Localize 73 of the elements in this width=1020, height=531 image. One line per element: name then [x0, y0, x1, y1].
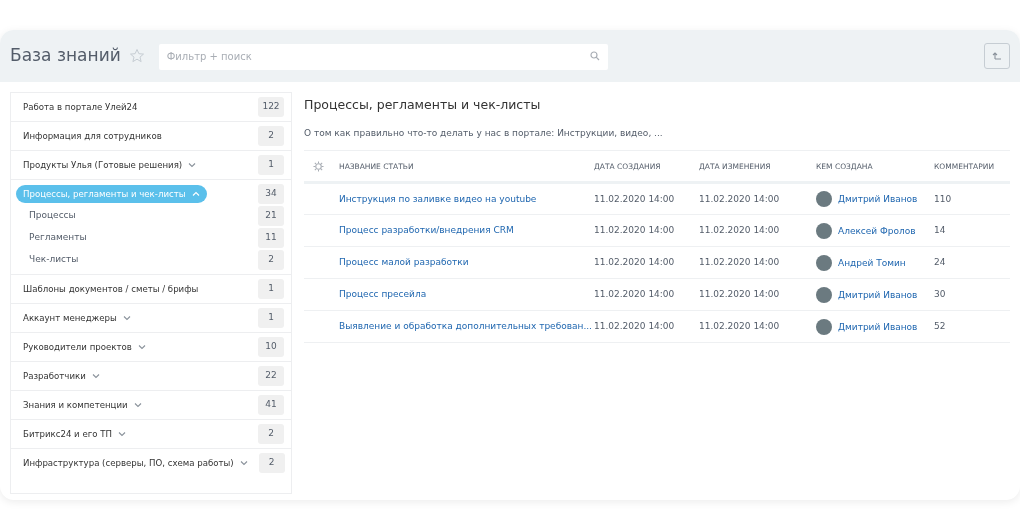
- category-item[interactable]: Шаблоны документов / сметы / брифы: [16, 279, 206, 299]
- category-item[interactable]: Знания и компетенции: [16, 395, 149, 415]
- chevron-icon[interactable]: [122, 314, 131, 322]
- article-link[interactable]: Процесс пресейла: [339, 289, 427, 299]
- date-text: 11.02.2020 14:00: [699, 257, 780, 267]
- avatar: [816, 254, 832, 271]
- article-link[interactable]: Инструкция по заливке видео на youtube: [339, 193, 537, 204]
- article-link[interactable]: Выявление и обработка дополнительных требован...: [339, 321, 592, 331]
- date-text: 11.02.2020 14:00: [594, 289, 675, 299]
- author-link[interactable]: Дмитрий Иванов: [838, 289, 918, 300]
- section-title: Процессы, регламенты и чек-листы: [304, 96, 542, 114]
- count-badge: 2: [258, 126, 284, 146]
- search-icon: [589, 51, 600, 61]
- comment-count: 24: [934, 257, 946, 267]
- chevron-icon[interactable]: [239, 459, 248, 467]
- upload-icon: [991, 50, 1003, 62]
- category-item[interactable]: Работа в портале Улей24: [16, 97, 145, 117]
- comment-count: 110: [934, 193, 952, 204]
- search-field[interactable]: Фильтр + поиск: [158, 43, 608, 70]
- date-text: 11.02.2020 14:00: [699, 193, 780, 204]
- star-icon[interactable]: [128, 48, 145, 64]
- chevron-icon[interactable]: [117, 430, 126, 438]
- date-text: 11.02.2020 14:00: [594, 193, 675, 204]
- article-link[interactable]: Процесс разработки/внедрения CRM: [339, 225, 514, 235]
- upload-button[interactable]: [984, 43, 1010, 69]
- avatar: [816, 222, 832, 239]
- chevron-icon[interactable]: [91, 372, 100, 380]
- settings-icon[interactable]: [313, 160, 324, 172]
- avatar: [816, 191, 832, 208]
- avatar: [816, 286, 832, 303]
- comment-count: 14: [934, 225, 946, 235]
- author-link[interactable]: Алексей Фролов: [838, 225, 916, 236]
- date-text: 11.02.2020 14:00: [699, 321, 780, 331]
- subcategory-item[interactable]: Процессы: [16, 209, 76, 223]
- section-description: О том как правильно что-то делать у нас в портале: Инструкции, видео, ...: [304, 126, 664, 140]
- category-item[interactable]: Инфраструктура (серверы, ПО, схема работы): [16, 453, 255, 473]
- avatar: [816, 318, 832, 335]
- comment-count: 30: [934, 289, 946, 299]
- chevron-icon[interactable]: [137, 343, 146, 351]
- subcategory-item[interactable]: Чек-листы: [16, 253, 79, 267]
- date-text: 11.02.2020 14:00: [594, 321, 675, 331]
- page-title: База знаний: [10, 44, 121, 68]
- category-item[interactable]: Продукты Улья (Готовые решения): [16, 155, 204, 175]
- count-badge: 2: [258, 250, 284, 270]
- category-item[interactable]: Разработчики: [16, 366, 107, 386]
- date-text: 11.02.2020 14:00: [699, 225, 780, 235]
- date-text: 11.02.2020 14:00: [594, 225, 675, 235]
- category-item[interactable]: Руководители проектов: [16, 337, 153, 357]
- count-badge: 2: [258, 424, 284, 444]
- chevron-icon[interactable]: [133, 401, 142, 409]
- date-text: 11.02.2020 14:00: [699, 289, 780, 299]
- count-badge: 41: [258, 395, 284, 415]
- category-item[interactable]: Информация для сотрудников: [16, 126, 169, 146]
- count-badge: 11: [258, 228, 284, 248]
- chevron-icon[interactable]: [188, 161, 197, 169]
- count-badge: 34: [258, 184, 284, 204]
- author-link[interactable]: Дмитрий Иванов: [838, 321, 918, 332]
- count-badge: 21: [258, 206, 284, 226]
- count-badge: 1: [258, 308, 284, 328]
- count-badge: 1: [258, 155, 284, 175]
- date-text: 11.02.2020 14:00: [594, 257, 675, 267]
- author-link[interactable]: Дмитрий Иванов: [838, 193, 918, 204]
- count-badge: 2: [258, 453, 285, 473]
- category-item[interactable]: Аккаунт менеджеры: [16, 308, 138, 328]
- subcategory-item[interactable]: Регламенты: [16, 231, 87, 245]
- author-link[interactable]: Андрей Томин: [838, 257, 906, 268]
- article-link[interactable]: Процесс малой разработки: [339, 257, 469, 267]
- count-badge: 22: [258, 366, 284, 386]
- comment-count: 52: [934, 321, 946, 331]
- count-badge: 122: [258, 97, 284, 117]
- count-badge: 10: [258, 337, 284, 357]
- category-item[interactable]: Битрикс24 и его ТП: [16, 424, 133, 444]
- count-badge: 1: [258, 279, 284, 299]
